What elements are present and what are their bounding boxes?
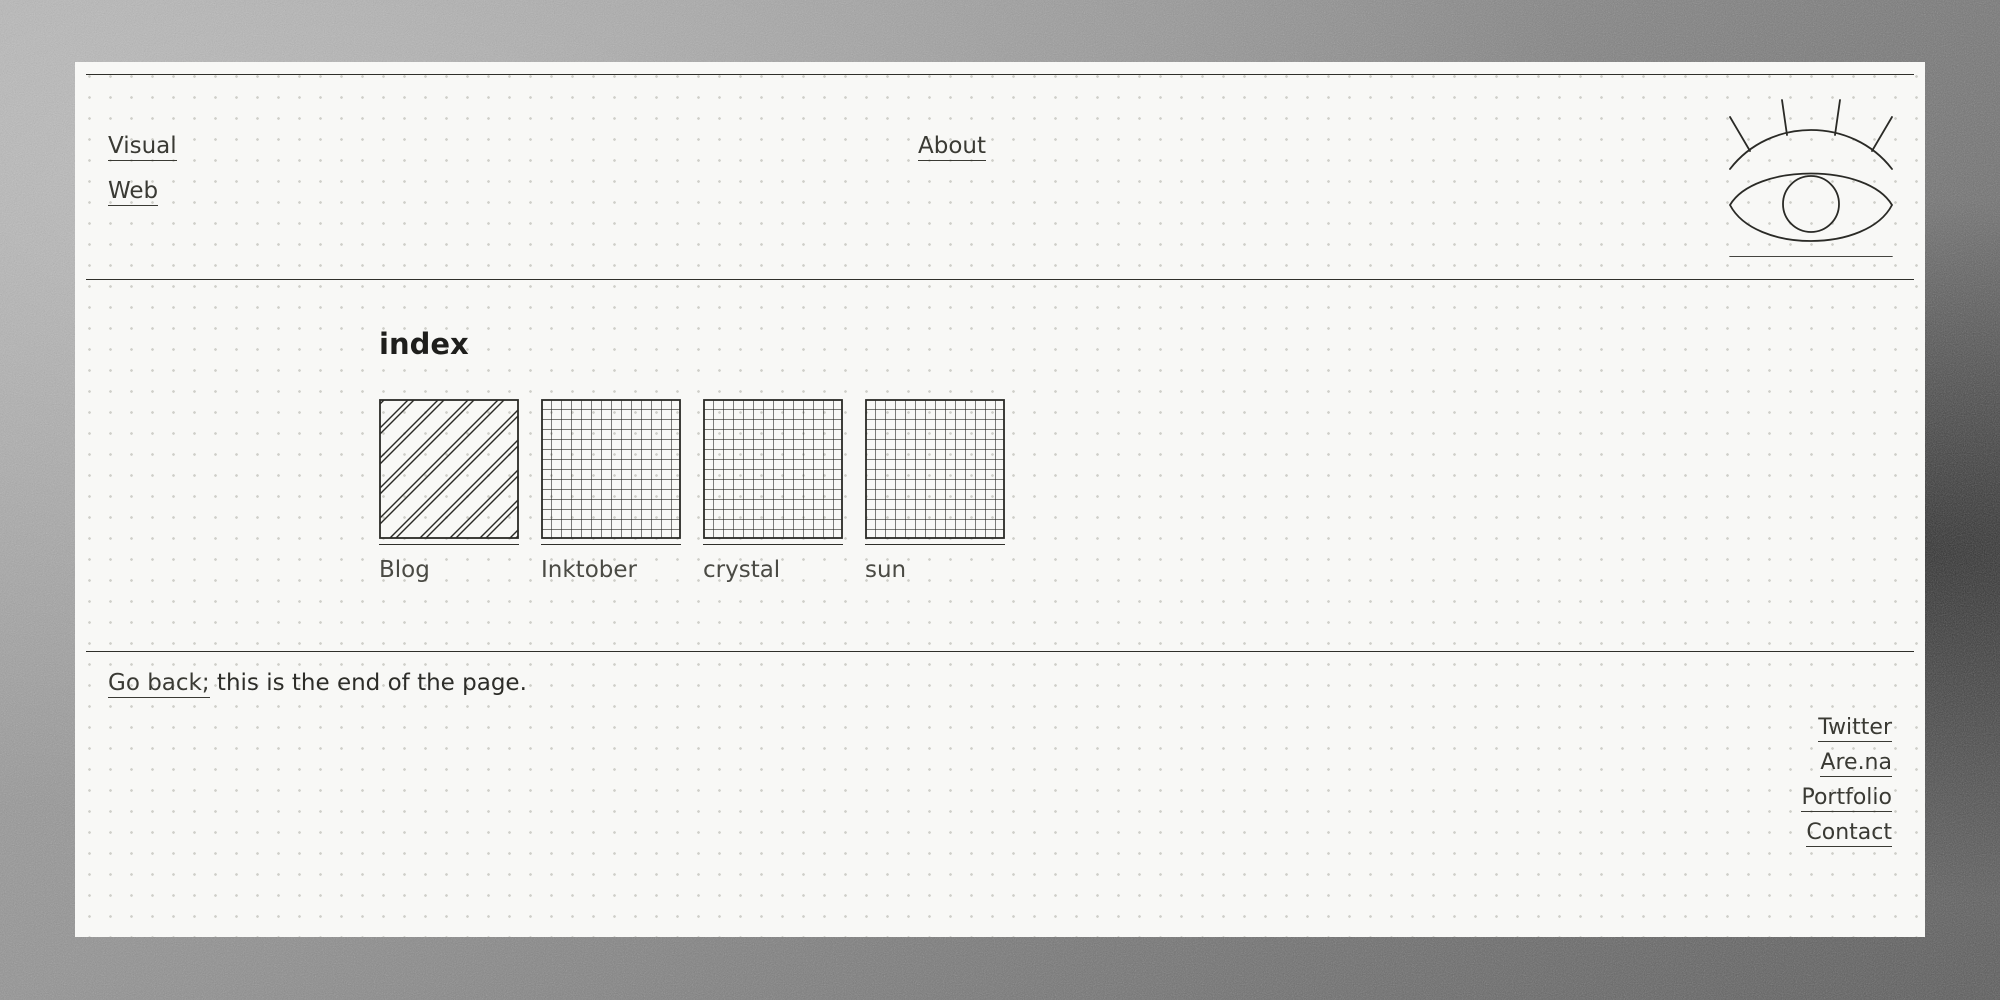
top-divider bbox=[86, 74, 1914, 75]
thumbnail-underline bbox=[379, 544, 519, 545]
twitter-link[interactable]: Twitter bbox=[1818, 715, 1892, 742]
index-item-inktober[interactable]: Inktober bbox=[541, 399, 681, 583]
index-item-label: sun bbox=[865, 557, 907, 583]
contact-link[interactable]: Contact bbox=[1806, 820, 1892, 847]
footer-divider bbox=[86, 651, 1914, 652]
grid-thumbnail bbox=[865, 399, 1005, 539]
index-item-label: Inktober bbox=[541, 557, 637, 583]
nav-categories: Visual Web bbox=[108, 124, 177, 214]
thumbnail-underline bbox=[703, 544, 843, 545]
social-links: Twitter Are.na Portfolio Contact bbox=[1801, 710, 1892, 850]
thumbnail-underline bbox=[541, 544, 681, 545]
footer-note: Go back; this is the end of the page. bbox=[108, 670, 527, 698]
index-item-blog[interactable]: Blog bbox=[379, 399, 519, 583]
nav-link-web[interactable]: Web bbox=[108, 178, 159, 206]
nav-link-about[interactable]: About bbox=[918, 133, 987, 161]
grid-thumbnail bbox=[541, 399, 681, 539]
index-item-label: Blog bbox=[379, 557, 430, 583]
index-grid: Blog Inktober crystal sun bbox=[379, 399, 1005, 583]
nav-about-wrap: About bbox=[918, 124, 987, 169]
index-item-crystal[interactable]: crystal bbox=[703, 399, 843, 583]
nav-link-visual[interactable]: Visual bbox=[108, 133, 177, 161]
diagonal-stripes-thumbnail bbox=[379, 399, 519, 539]
grid-thumbnail bbox=[703, 399, 843, 539]
eye-icon[interactable] bbox=[1725, 95, 1897, 257]
thumbnail-underline bbox=[865, 544, 1005, 545]
header-divider bbox=[86, 279, 1914, 280]
go-back-link[interactable]: Go back; bbox=[108, 670, 210, 698]
index-title: index bbox=[379, 327, 469, 361]
page-card: Visual Web About index Blog Inktober cry… bbox=[75, 62, 1925, 937]
index-item-sun[interactable]: sun bbox=[865, 399, 1005, 583]
portfolio-link[interactable]: Portfolio bbox=[1801, 785, 1892, 812]
index-item-label: crystal bbox=[703, 557, 781, 583]
arena-link[interactable]: Are.na bbox=[1820, 750, 1892, 777]
end-of-page-text: this is the end of the page. bbox=[209, 670, 527, 696]
